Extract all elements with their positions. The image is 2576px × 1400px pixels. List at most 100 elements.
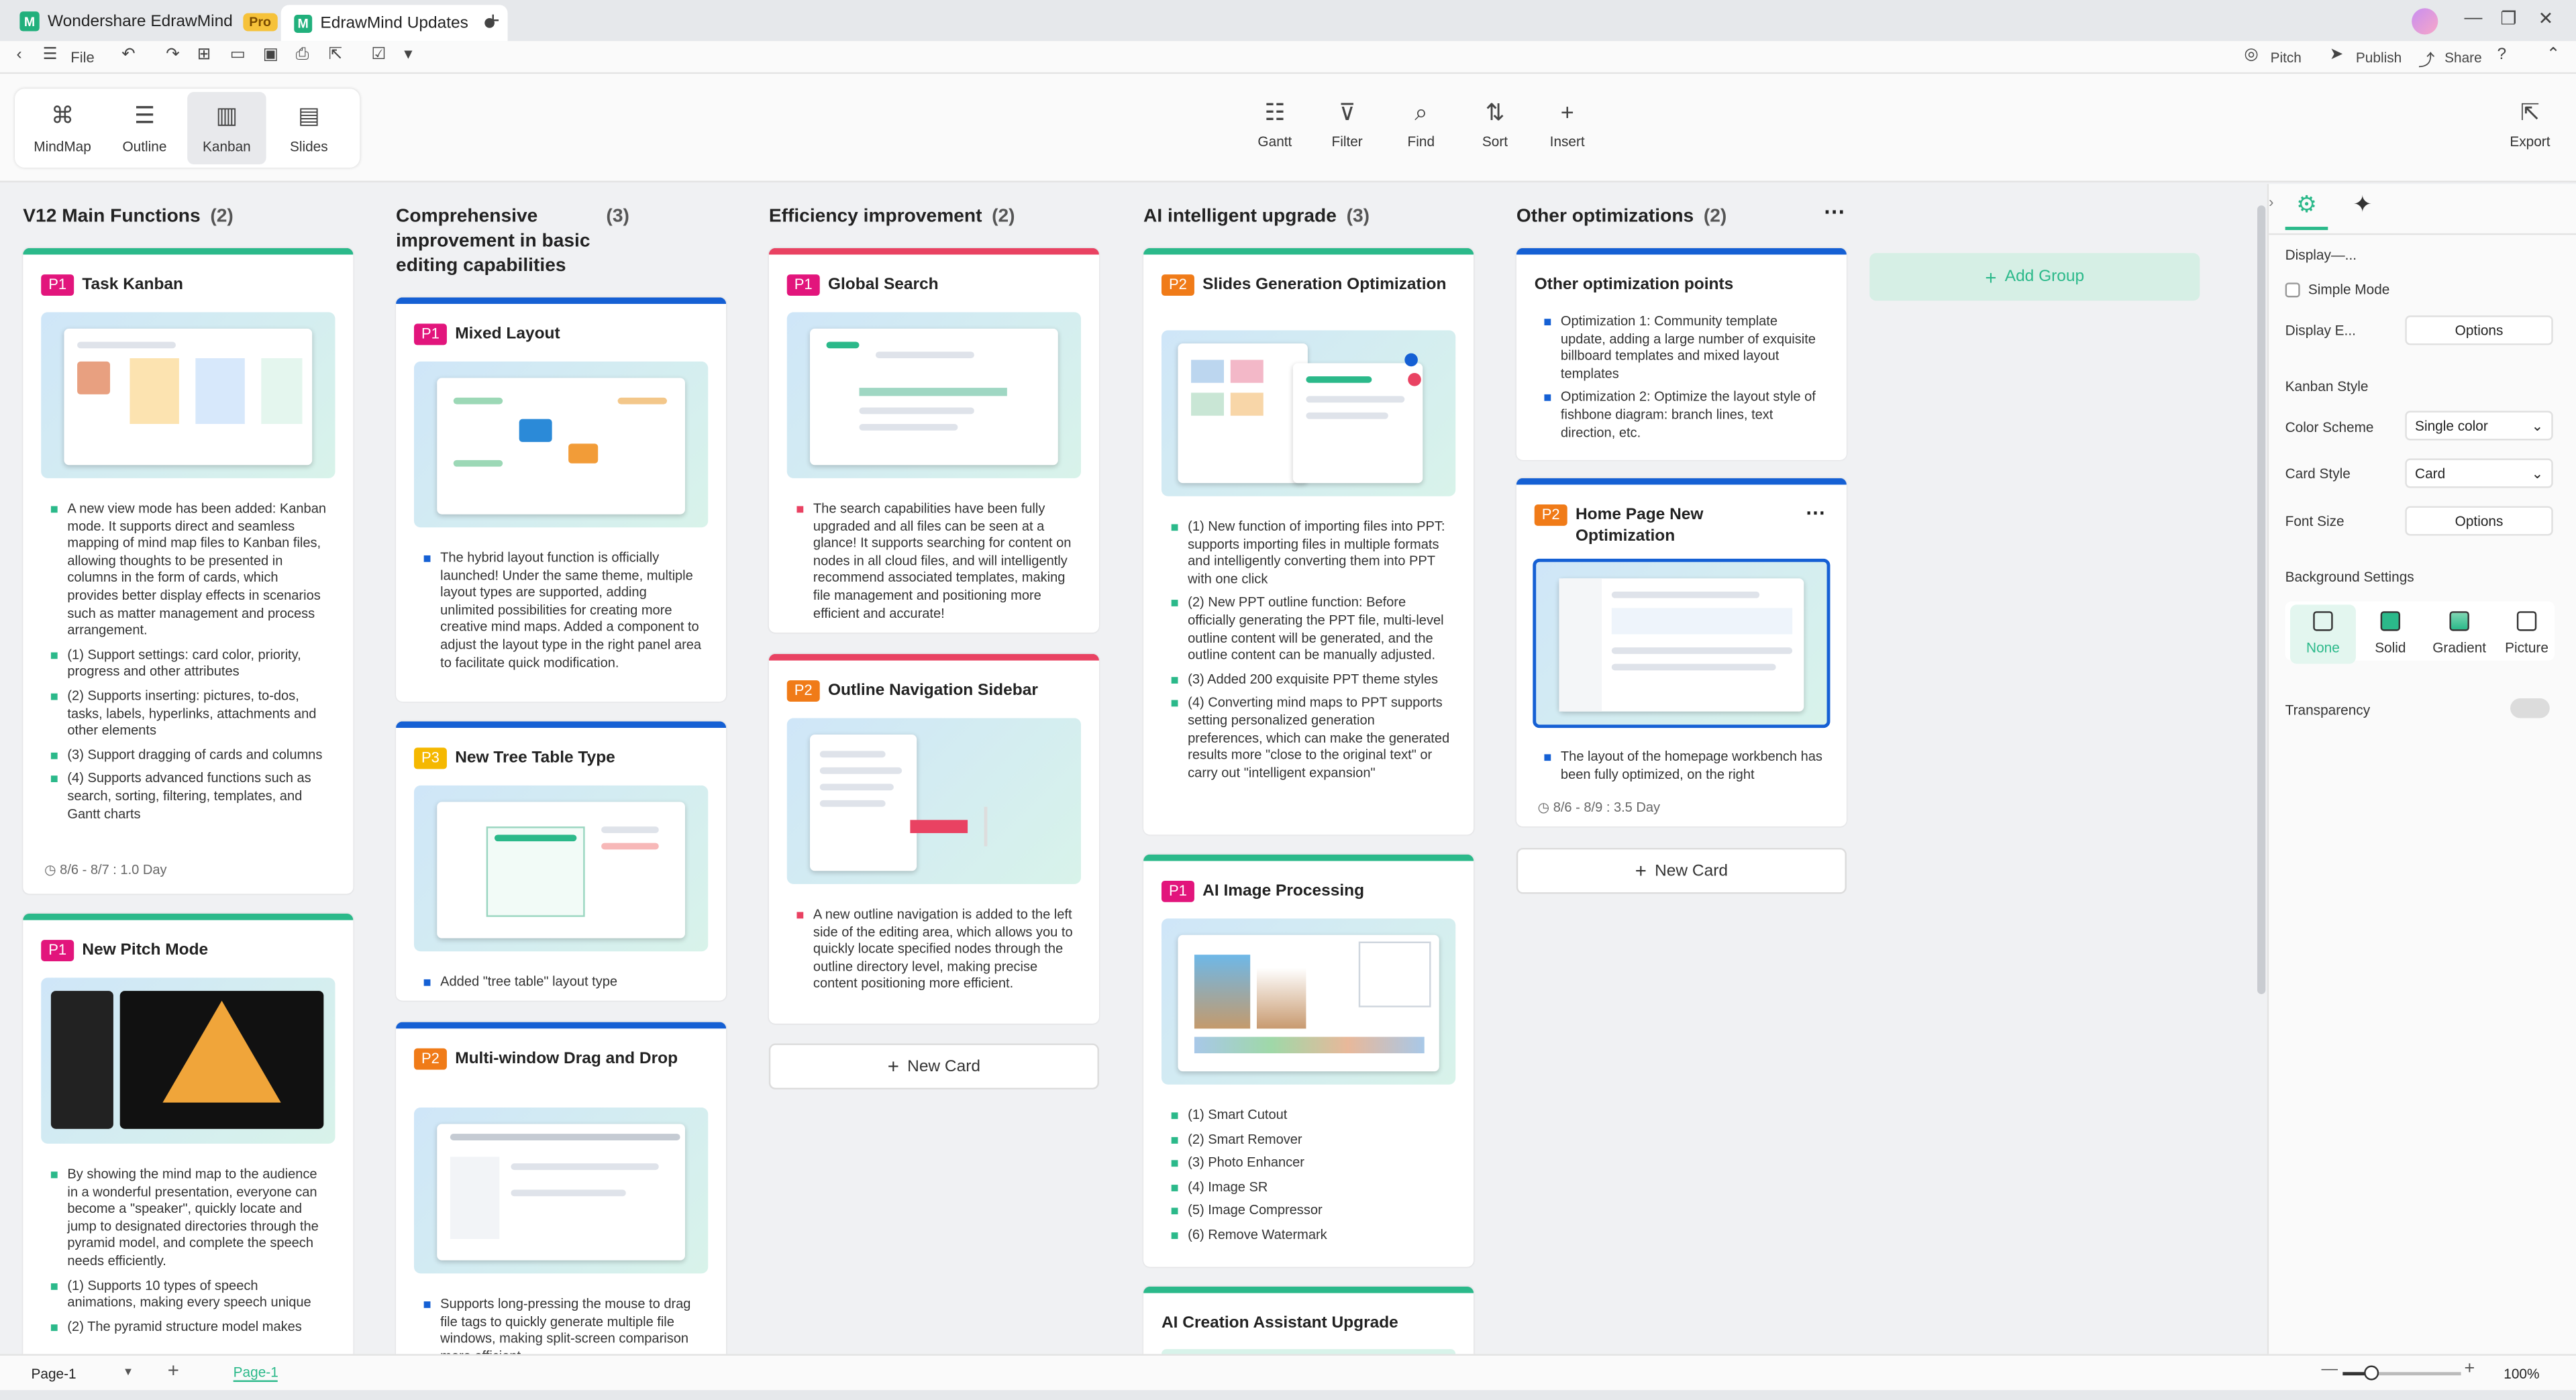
font-size-options-button[interactable]: Options: [2405, 506, 2553, 536]
add-page-icon[interactable]: +: [168, 1359, 179, 1382]
bg-gradient-option[interactable]: Gradient: [2426, 604, 2492, 663]
mindmap-icon: ⌘: [50, 101, 74, 129]
avatar[interactable]: [2412, 8, 2438, 35]
export-button[interactable]: ⇱ Export: [2497, 99, 2563, 150]
column-title[interactable]: Efficiency improvement (2): [769, 205, 1015, 230]
display-options-button[interactable]: Options: [2405, 315, 2553, 345]
ai-tab-icon[interactable]: ✦: [2341, 191, 2384, 230]
checklist-icon[interactable]: ☑: [371, 46, 386, 64]
kanban-card[interactable]: P1 Task Kanban A new view mode has been a…: [23, 248, 354, 894]
card-more-icon[interactable]: ⋯: [1806, 501, 1825, 524]
zoom-in-icon[interactable]: +: [2465, 1359, 2475, 1379]
collapse-ribbon-icon[interactable]: ⌃: [2546, 46, 2561, 64]
kanban-card[interactable]: P2 Slides Generation Optimization (1) New…: [1143, 248, 1474, 835]
panel-collapse-icon[interactable]: ›: [2269, 194, 2273, 210]
card-title: New Pitch Mode: [82, 941, 209, 960]
clock-icon: ◷: [1537, 800, 1553, 815]
kanban-card[interactable]: Other optimization points Optimization 1…: [1516, 248, 1847, 460]
zoom-out-icon[interactable]: —: [2322, 1360, 2338, 1379]
publish-icon[interactable]: ➤: [2330, 46, 2344, 64]
zoom-level[interactable]: 100%: [2504, 1366, 2539, 1382]
priority-badge: P1: [786, 274, 820, 296]
insert-button[interactable]: + Insert: [1535, 99, 1600, 150]
pitch-button[interactable]: Pitch: [2271, 49, 2302, 65]
menu-icon[interactable]: ☰: [43, 46, 58, 64]
card-bullet: (5) Image Compressor: [1171, 1203, 1451, 1221]
kanban-card[interactable]: P3 New Tree Table Type Added "tree table"…: [396, 721, 727, 1001]
pitch-icon[interactable]: ◎: [2244, 46, 2258, 64]
priority-badge: P1: [413, 323, 447, 345]
new-card-button[interactable]: + New Card: [1516, 847, 1847, 894]
new-card-button[interactable]: + New Card: [768, 1043, 1099, 1090]
transparency-toggle[interactable]: [2510, 698, 2550, 718]
column-title[interactable]: AI intelligent upgrade (3): [1143, 205, 1370, 230]
kanban-card[interactable]: P1 New Pitch Mode By showing the mind map…: [23, 913, 354, 1374]
column-title[interactable]: Comprehensive improvement in basic editi…: [396, 205, 609, 279]
column-more-icon[interactable]: ⋯: [1824, 199, 1845, 223]
help-icon[interactable]: ?: [2497, 46, 2506, 64]
zoom-slider-thumb[interactable]: [2364, 1365, 2379, 1381]
bg-picture-option[interactable]: Picture: [2494, 604, 2560, 663]
print-icon[interactable]: ⎙: [296, 46, 309, 64]
find-button[interactable]: ⌕ Find: [1388, 99, 1454, 150]
card-bullet: (3) Support dragging of cards and column…: [50, 747, 330, 765]
bg-none-option[interactable]: None: [2289, 604, 2356, 664]
publish-button[interactable]: Publish: [2356, 49, 2402, 65]
card-bullet: (2) New PPT outline function: Before off…: [1171, 596, 1451, 665]
sort-button[interactable]: ⇅ Sort: [1462, 99, 1528, 150]
redo-icon[interactable]: ↷: [166, 46, 180, 64]
save-icon[interactable]: ▣: [263, 46, 278, 64]
bg-solid-option[interactable]: Solid: [2357, 604, 2423, 663]
page-tab[interactable]: Page-1: [233, 1364, 278, 1383]
vertical-scrollbar[interactable]: [2257, 205, 2266, 994]
priority-badge: P3: [413, 747, 447, 769]
kanban-card[interactable]: P1 Mixed Layout The hybrid layout functio…: [396, 297, 727, 702]
view-slides[interactable]: ▤ Slides: [270, 92, 349, 164]
quick-access-bar: ‹ ☰ File ↶ ↷ ⊞ ▭ ▣ ⎙ ⇱ ☑ ▾ ◎ Pitch ➤ Pub…: [0, 41, 2576, 74]
document-icon: M: [294, 13, 313, 32]
app-tab[interactable]: M Wondershare EdrawMind Pro: [19, 5, 278, 38]
view-mindmap[interactable]: ⌘ MindMap: [23, 92, 102, 164]
chevron-down-icon[interactable]: ▾: [125, 1364, 132, 1379]
add-group-button[interactable]: + Add Group: [1869, 253, 2200, 301]
file-menu[interactable]: File: [70, 49, 95, 65]
share-icon[interactable]: ⤴: [2418, 46, 2434, 70]
priority-badge: P2: [413, 1048, 447, 1070]
view-kanban[interactable]: ▥ Kanban: [187, 92, 266, 164]
format-tab-icon[interactable]: ⚙: [2285, 191, 2328, 230]
card-date: 8/6 - 8/7 : 1.0 Day: [60, 863, 167, 878]
filter-button[interactable]: ⊽ Filter: [1315, 99, 1380, 150]
card-image: [1161, 918, 1456, 1085]
column-title[interactable]: V12 Main Functions (2): [23, 205, 234, 230]
open-file-icon[interactable]: ▭: [230, 46, 246, 64]
new-tab-icon[interactable]: +: [486, 7, 500, 33]
undo-icon[interactable]: ↶: [121, 46, 136, 64]
restore-icon[interactable]: ❐: [2500, 8, 2516, 30]
close-icon[interactable]: ✕: [2538, 8, 2554, 30]
simple-mode-checkbox[interactable]: [2285, 282, 2300, 298]
card-style-select[interactable]: Card ⌄: [2405, 458, 2553, 488]
kanban-card[interactable]: P2 Outline Navigation Sidebar A new outli…: [768, 653, 1099, 1024]
kanban-card[interactable]: P1 AI Image Processing (1) Smart Cutout (…: [1143, 854, 1474, 1267]
new-file-icon[interactable]: ⊞: [197, 46, 211, 64]
card-bullet: A new outline navigation is added to the…: [796, 907, 1076, 994]
color-scheme-select[interactable]: Single color ⌄: [2405, 411, 2553, 441]
customize-icon[interactable]: ▾: [404, 46, 412, 64]
display-label: Display—...: [2285, 246, 2357, 263]
kanban-card[interactable]: P1 Global Search The search capabilities …: [768, 248, 1099, 633]
export-icon: ⇱: [2520, 98, 2540, 125]
page-select[interactable]: Page-1: [32, 1366, 76, 1382]
horizontal-scrollbar[interactable]: [0, 1390, 2576, 1400]
minimize-icon[interactable]: —: [2465, 8, 2483, 28]
back-icon[interactable]: ‹: [16, 46, 21, 64]
ribbon: ⌘ MindMap ☰ Outline ▥ Kanban ▤ Slides ☷ Gantt…: [0, 74, 2576, 182]
column-title[interactable]: Other optimizations (2): [1516, 205, 1727, 230]
kanban-card[interactable]: P2 Multi-window Drag and Drop Supports lo…: [396, 1022, 727, 1374]
view-outline[interactable]: ☰ Outline: [105, 92, 185, 164]
card-title: Global Search: [827, 276, 939, 294]
document-tab[interactable]: M EdrawMind Updates: [280, 5, 508, 42]
share-button[interactable]: Share: [2444, 49, 2482, 65]
kanban-card[interactable]: P2 Home Page New Optimization ⋯ The layou…: [1516, 478, 1847, 827]
export-quick-icon[interactable]: ⇱: [329, 46, 343, 64]
gantt-button[interactable]: ☷ Gantt: [1242, 99, 1308, 150]
